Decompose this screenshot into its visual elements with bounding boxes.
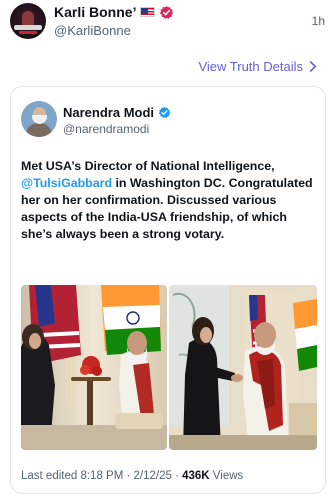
verified-badge-icon [159, 5, 174, 20]
poster-avatar[interactable] [21, 101, 57, 137]
verified-badge-icon [158, 106, 171, 119]
edit-timestamp: Last edited 8:18 PM · 2/12/25 · [21, 470, 183, 482]
author-name[interactable]: Karli Bonne’ [54, 4, 174, 20]
poster-name[interactable]: Narendra Modi [63, 105, 171, 120]
author-handle[interactable]: @KarliBonne [54, 23, 131, 38]
author-name-text: Karli Bonne’ [54, 4, 137, 20]
chevron-right-icon [309, 59, 317, 74]
poster-handle[interactable]: @narendramodi [63, 122, 149, 136]
photo-left-image [21, 285, 167, 450]
poster-name-text: Narendra Modi [63, 105, 155, 120]
view-count: 436K [182, 470, 210, 482]
post-photo-right[interactable] [169, 285, 317, 450]
us-flag-icon [140, 7, 156, 17]
view-truth-details-link[interactable]: View Truth Details [198, 59, 317, 74]
photo-right-image [169, 285, 317, 450]
views-label: Views [209, 470, 244, 482]
post-text-part: Met USA’s Director of National Intellige… [21, 159, 275, 173]
post-body-text: Met USA’s Director of National Intellige… [21, 158, 317, 243]
post-photo-left[interactable] [21, 285, 167, 450]
post-header: Karli Bonne’ @KarliBonne 1h [0, 0, 335, 50]
mention-link[interactable]: @TulsiGabbard [21, 176, 112, 190]
author-avatar[interactable] [10, 3, 46, 39]
post-timestamp: 1h [311, 14, 325, 28]
quoted-post-card[interactable]: Narendra Modi @narendramodi Met USA’s Di… [10, 86, 326, 494]
view-truth-details-label: View Truth Details [198, 59, 303, 74]
post-meta: Last edited 8:18 PM · 2/12/25 · 436K Vie… [21, 470, 243, 482]
